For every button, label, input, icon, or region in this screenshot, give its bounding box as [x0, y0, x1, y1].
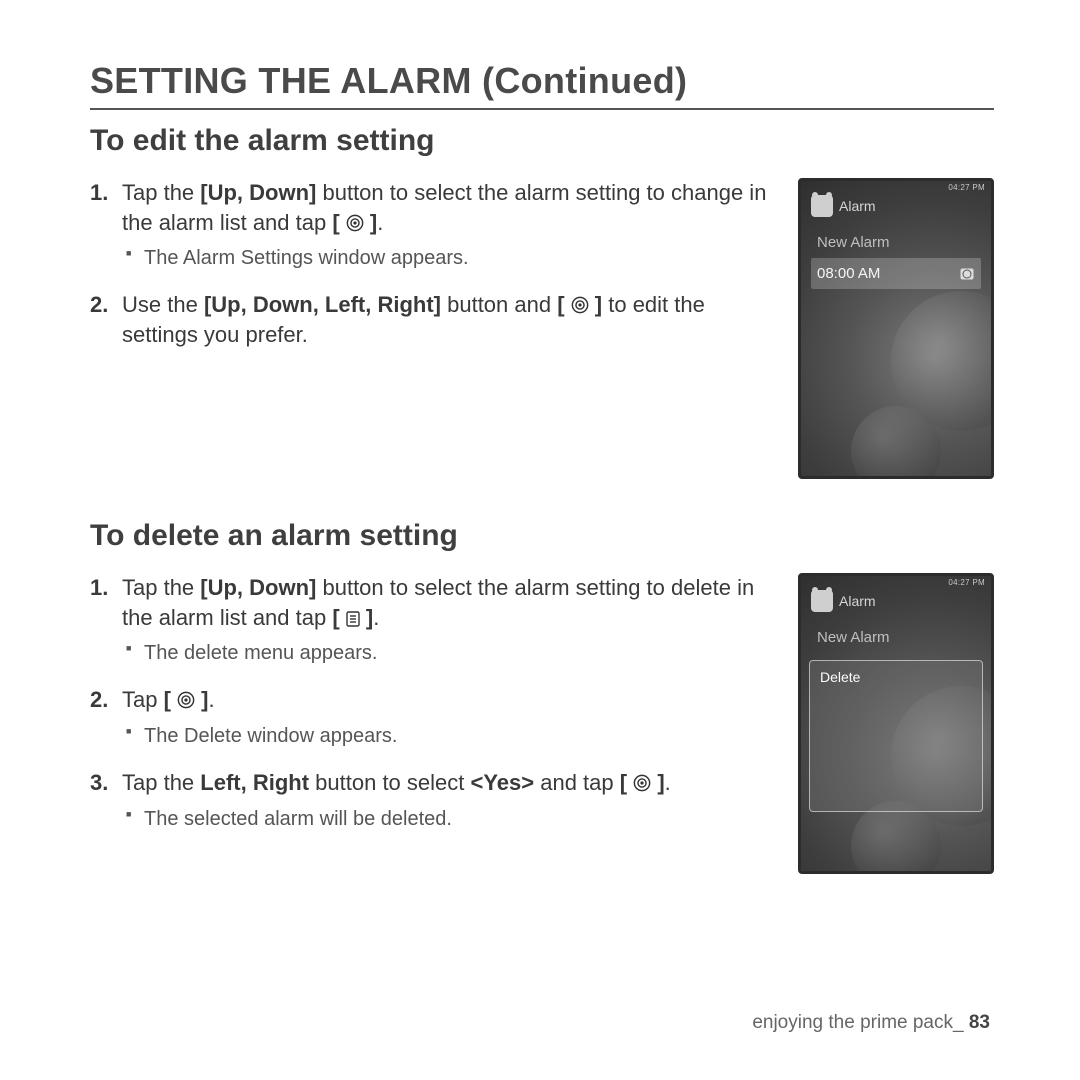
alarm-clock-icon — [811, 590, 833, 612]
bracket: ] — [360, 605, 373, 630]
device-row-selected: 08:00 AM — [811, 258, 981, 289]
select-icon — [346, 214, 364, 232]
text: Tap the — [122, 770, 200, 795]
device-mock-delete: 04:27 PM Alarm New Alarm Delete — [798, 573, 994, 874]
section-edit: To edit the alarm setting Tap the [Up, D… — [90, 124, 994, 479]
clock-icon — [959, 266, 975, 282]
page-footer: enjoying the prime pack_ 83 — [752, 1012, 990, 1034]
device-row-new-alarm: New Alarm — [811, 227, 981, 258]
device-mock-edit: 04:27 PM Alarm New Alarm 08:00 AM — [798, 178, 994, 479]
bracket: [ — [164, 687, 177, 712]
text-bold: [Up, Down] — [200, 180, 316, 205]
text-bold: [Up, Down] — [200, 575, 316, 600]
delete-step-3-sub: The selected alarm will be deleted. — [122, 806, 770, 833]
bracket: ] — [651, 770, 664, 795]
text: . — [377, 210, 383, 235]
device-status-time: 04:27 PM — [948, 578, 985, 587]
text: Tap the — [122, 575, 200, 600]
text: button to select — [309, 770, 470, 795]
delete-step-1-sub: The delete menu appears. — [122, 640, 770, 667]
bracket: [ — [332, 210, 345, 235]
select-icon — [177, 691, 195, 709]
footer-page-number: 83 — [969, 1012, 990, 1033]
text: . — [373, 605, 379, 630]
device-header: Alarm — [839, 593, 876, 609]
select-icon — [571, 296, 589, 314]
edit-step-1-sub: The Alarm Settings window appears. — [122, 245, 770, 272]
bracket: [ — [557, 292, 570, 317]
text: Tap the — [122, 180, 200, 205]
text: . — [665, 770, 671, 795]
text-bold: Left, Right — [200, 770, 309, 795]
bracket: ] — [364, 210, 377, 235]
delete-step-2-sub: The Delete window appears. — [122, 723, 770, 750]
delete-step-2: Tap [ ]. The Delete window appears. — [90, 685, 770, 750]
text-bold: [Up, Down, Left, Right] — [204, 292, 441, 317]
device-delete-label: Delete — [810, 661, 982, 693]
menu-icon — [346, 611, 360, 627]
text: and tap — [534, 770, 620, 795]
edit-step-1: Tap the [Up, Down] button to select the … — [90, 178, 770, 272]
delete-step-3: Tap the Left, Right button to select <Ye… — [90, 768, 770, 833]
device-header: Alarm — [839, 198, 876, 214]
text-bold: <Yes> — [470, 770, 534, 795]
text: . — [209, 687, 215, 712]
text: Tap — [122, 687, 164, 712]
delete-heading: To delete an alarm setting — [90, 519, 770, 553]
bracket: [ — [620, 770, 633, 795]
select-icon — [633, 774, 651, 792]
text: Use the — [122, 292, 204, 317]
footer-text: enjoying the prime pack_ — [752, 1012, 963, 1033]
bracket: [ — [332, 605, 345, 630]
edit-heading: To edit the alarm setting — [90, 124, 770, 158]
section-delete: To delete an alarm setting Tap the [Up, … — [90, 519, 994, 874]
delete-step-1: Tap the [Up, Down] button to select the … — [90, 573, 770, 667]
device-status-time: 04:27 PM — [948, 183, 985, 192]
bracket: ] — [195, 687, 208, 712]
page-title: SETTING THE ALARM (Continued) — [90, 60, 994, 102]
title-divider — [90, 108, 994, 110]
text: button and — [441, 292, 557, 317]
device-row-new-alarm: New Alarm — [811, 622, 981, 653]
device-delete-popup: Delete — [809, 660, 983, 812]
bracket: ] — [589, 292, 602, 317]
device-time: 08:00 AM — [817, 265, 880, 282]
edit-step-2: Use the [Up, Down, Left, Right] button a… — [90, 290, 770, 349]
alarm-clock-icon — [811, 195, 833, 217]
